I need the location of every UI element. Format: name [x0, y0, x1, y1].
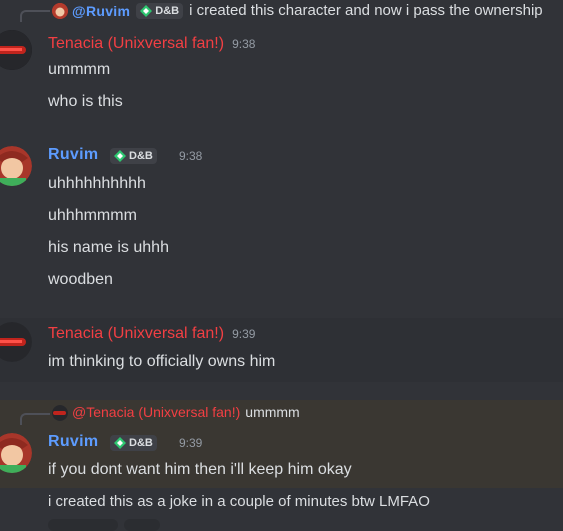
timestamp[interactable]: 9:39 — [232, 327, 255, 341]
message-text: his name is uhhh — [48, 239, 169, 256]
message-text: i created this as a joke in a couple of … — [48, 493, 430, 510]
timestamp[interactable]: 9:39 — [179, 436, 202, 450]
message-header: Tenacia (Unixversal fan!) 9:38 — [48, 35, 255, 53]
server-tag: D&B — [136, 2, 184, 19]
message-text: uhhhhhhhhhh — [48, 175, 146, 192]
message-text: who is this — [48, 93, 123, 110]
message-text: im thinking to officially owns him — [48, 353, 276, 370]
reaction-pill[interactable] — [124, 519, 160, 531]
message-text: uhhhmmmm — [48, 207, 137, 224]
reply-text[interactable]: i created this character and now i pass … — [189, 2, 543, 19]
timestamp[interactable]: 9:38 — [232, 37, 255, 51]
author-name[interactable]: Ruvim — [48, 433, 98, 451]
server-tag[interactable]: D&B — [110, 435, 157, 451]
reply-avatar — [52, 3, 68, 19]
avatar[interactable] — [0, 146, 32, 186]
reply-spine — [20, 10, 50, 22]
reply-avatar — [52, 405, 68, 421]
reply-spine — [20, 413, 50, 425]
timestamp[interactable]: 9:38 — [179, 149, 202, 163]
reply-text[interactable]: ummmm — [245, 404, 299, 420]
top-reply-preview[interactable]: @Ruvim D&B i created this character and … — [72, 2, 543, 19]
avatar[interactable] — [0, 30, 32, 70]
diamond-icon — [114, 150, 126, 162]
reply-mention[interactable]: @Tenacia (Unixversal fan!) — [72, 404, 240, 420]
reaction-pill[interactable] — [48, 519, 118, 531]
message-text: ummmm — [48, 61, 111, 78]
diamond-icon — [114, 437, 126, 449]
message-header: Tenacia (Unixversal fan!) 9:39 — [48, 325, 255, 343]
diamond-icon — [140, 4, 153, 17]
reply-mention[interactable]: @Ruvim — [72, 3, 130, 19]
author-name[interactable]: Ruvim — [48, 146, 98, 164]
reply-preview[interactable]: @Tenacia (Unixversal fan!) ummmm — [72, 404, 300, 420]
message-text: if you dont want him then i'll keep him … — [48, 461, 352, 478]
author-name[interactable]: Tenacia (Unixversal fan!) — [48, 325, 224, 343]
message-text: woodben — [48, 271, 113, 288]
author-name[interactable]: Tenacia (Unixversal fan!) — [48, 35, 224, 53]
server-tag[interactable]: D&B — [110, 148, 157, 164]
